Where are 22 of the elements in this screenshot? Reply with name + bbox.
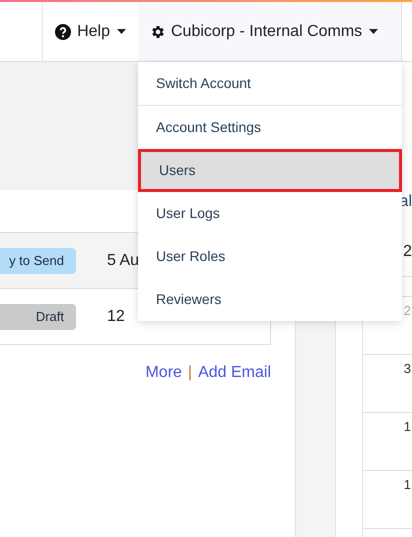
dropdown-menu-item[interactable]: Account Settings (138, 106, 402, 149)
caret-icon (369, 29, 378, 34)
calendar-cell: 3 (363, 355, 412, 413)
status-badge: Draft (0, 304, 76, 330)
gear-icon (150, 24, 166, 40)
email-date: 5 Au (107, 250, 140, 270)
calendar-cell: 1 (363, 471, 412, 529)
caret-icon (117, 29, 126, 34)
dropdown-menu-item[interactable]: User Roles (138, 235, 402, 278)
add-email-link[interactable]: Add Email (198, 361, 271, 385)
more-link[interactable]: More (145, 361, 182, 385)
dropdown-menu-item[interactable]: Switch Account (138, 62, 402, 105)
calendar-year: 2 (403, 242, 412, 262)
dropdown-menu-item[interactable]: Users (138, 149, 402, 192)
help-icon (55, 24, 72, 40)
calendar-cell: 1 (363, 413, 412, 471)
account-menu-button[interactable]: Cubicorp - Internal Comms (138, 2, 402, 61)
status-badge: y to Send (0, 248, 76, 274)
link-separator: | (188, 363, 192, 383)
email-date: 12 (107, 306, 125, 326)
dropdown-menu-item[interactable]: Reviewers (138, 278, 402, 321)
dropdown-menu-item[interactable]: User Logs (138, 192, 402, 235)
